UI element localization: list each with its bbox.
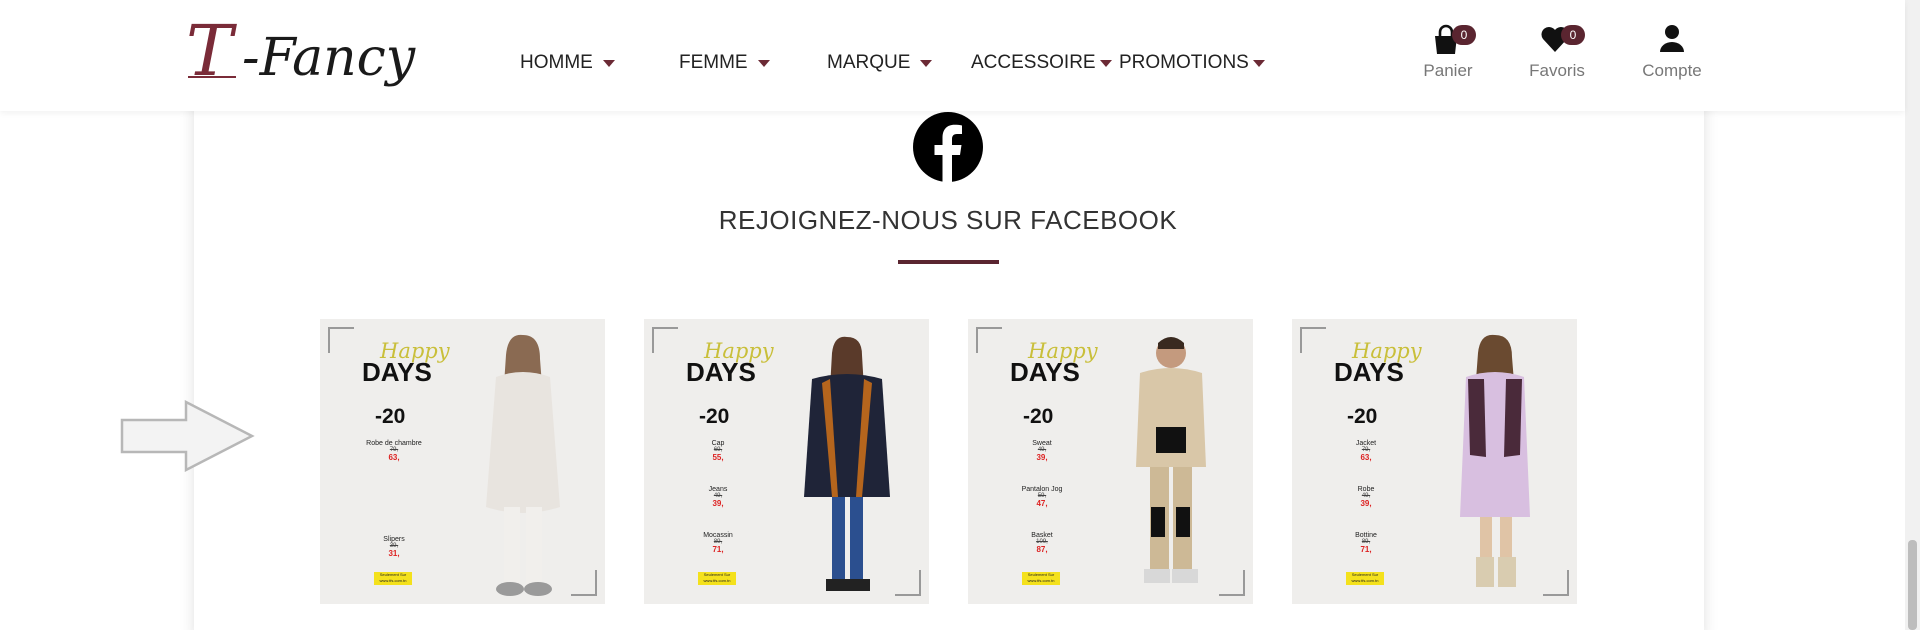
item-name: Mocassin xyxy=(703,532,733,539)
section-title: REJOIGNEZ-NOUS SUR FACEBOOK xyxy=(718,205,1178,235)
nav-item-femme[interactable]: FEMME xyxy=(679,52,770,74)
account-label: Compte xyxy=(1642,61,1702,80)
promo-days: DAYS xyxy=(1010,357,1080,387)
promo-days: DAYS xyxy=(1334,357,1404,387)
item-name: Pantalon Jog xyxy=(1021,486,1063,493)
item-new-price: 55, xyxy=(712,453,724,462)
facebook-post[interactable]: Happy DAYS -20 Robe de chambre 79, 63, S… xyxy=(320,319,605,604)
promo-tag: Seulement Sur www.tfs.com.tn xyxy=(1346,572,1384,585)
model-image xyxy=(1136,337,1206,583)
item-new-price: 39, xyxy=(712,499,724,508)
facebook-post[interactable]: Happy DAYS -20 Jacket 79, 63, Robe 49, 3… xyxy=(1292,319,1577,604)
promo-days: DAYS xyxy=(686,357,756,387)
caret-down-icon xyxy=(602,59,615,67)
caret-down-icon xyxy=(920,59,933,67)
model-image xyxy=(1460,334,1530,587)
item-new-price: 31, xyxy=(388,549,400,558)
arrow-right-icon xyxy=(120,400,255,472)
nav-label: HOMME xyxy=(520,52,593,73)
item-new-price: 87, xyxy=(1036,545,1048,554)
item-new-price: 39, xyxy=(1360,499,1372,508)
promo-item: Bottine 89, 71, xyxy=(1330,532,1402,554)
caret-down-icon xyxy=(1252,59,1265,67)
promo-item: Robe 49, 39, xyxy=(1330,486,1402,508)
promo-item: Cap 69, 55, xyxy=(682,440,754,462)
item-name: Cap xyxy=(711,440,725,447)
item-new-price: 63, xyxy=(388,453,400,462)
facebook-post[interactable]: Happy DAYS -20 Sweat 49, 39, Pantalon Jo… xyxy=(968,319,1253,604)
item-new-price: 71, xyxy=(1360,545,1372,554)
title-underline xyxy=(898,260,999,264)
caret-down-icon xyxy=(757,59,770,67)
cart-count-badge: 0 xyxy=(1452,25,1476,45)
item-new-price: 39, xyxy=(1036,453,1048,462)
corner-mark xyxy=(976,327,1002,353)
cart-button[interactable]: 0 Panier xyxy=(1408,22,1488,84)
promo-item: Basket 109, 87, xyxy=(1006,532,1078,554)
model-image xyxy=(804,336,890,591)
item-name: Robe xyxy=(1357,486,1375,493)
facebook-post[interactable]: Happy DAYS -20 Cap 69, 55, Jeans 49, 39,… xyxy=(644,319,929,604)
promo-tag: Seulement Sur www.tfs.com.tn xyxy=(374,572,412,585)
account-button[interactable]: Compte xyxy=(1632,22,1712,84)
promo-tag: Seulement Sur www.tfs.com.tn xyxy=(698,572,736,585)
promo-discount: -20 xyxy=(699,405,730,428)
facebook-icon[interactable] xyxy=(913,112,983,182)
promo-days: DAYS xyxy=(362,357,432,387)
promo-item: Robe de chambre 79, 63, xyxy=(358,440,430,462)
nav-label: FEMME xyxy=(679,52,748,73)
item-name: Slipers xyxy=(383,536,405,543)
nav-item-promotions[interactable]: PROMOTIONS xyxy=(1119,52,1265,74)
site-header: T -Fancy HOMME FEMME MARQUE ACCESSOIRE P… xyxy=(0,0,1905,111)
item-new-price: 47, xyxy=(1036,499,1048,508)
corner-mark xyxy=(652,327,678,353)
item-new-price: 63, xyxy=(1360,453,1372,462)
item-name: Jacket xyxy=(1355,440,1377,447)
promo-item: Jeans 49, 39, xyxy=(682,486,754,508)
item-name: Jeans xyxy=(708,486,728,493)
scrollbar-thumb[interactable] xyxy=(1908,540,1917,630)
promo-item: Pantalon Jog 59, 47, xyxy=(1006,486,1078,508)
favorites-button[interactable]: 0 Favoris xyxy=(1517,22,1597,84)
item-name: Basket xyxy=(1031,532,1053,539)
promo-item: Sweat 49, 39, xyxy=(1006,440,1078,462)
promo-discount: -20 xyxy=(375,405,406,428)
item-name: Robe de chambre xyxy=(366,440,422,447)
caret-down-icon xyxy=(1099,59,1112,67)
main-nav: HOMME FEMME MARQUE ACCESSOIRE PROMOTIONS xyxy=(0,52,1905,78)
promo-discount: -20 xyxy=(1347,405,1378,428)
favorites-count-badge: 0 xyxy=(1561,25,1585,45)
nav-item-marque[interactable]: MARQUE xyxy=(827,52,933,74)
nav-item-homme[interactable]: HOMME xyxy=(520,52,615,74)
nav-label: PROMOTIONS xyxy=(1119,52,1249,73)
favorites-label: Favoris xyxy=(1529,61,1585,80)
nav-item-accessoire[interactable]: ACCESSOIRE xyxy=(971,52,1112,74)
promo-discount: -20 xyxy=(1023,405,1054,428)
model-image xyxy=(486,334,560,596)
nav-label: MARQUE xyxy=(827,52,911,73)
nav-label: ACCESSOIRE xyxy=(971,52,1096,73)
item-name: Bottine xyxy=(1355,532,1377,539)
promo-item: Slipers 39, 31, xyxy=(358,536,430,558)
promo-tag: Seulement Sur www.tfs.com.tn xyxy=(1022,572,1060,585)
item-name: Sweat xyxy=(1032,440,1052,447)
promo-item: Mocassin 89, 71, xyxy=(682,532,754,554)
logo-letter: T xyxy=(186,10,233,92)
promo-item: Jacket 79, 63, xyxy=(1330,440,1402,462)
item-new-price: 71, xyxy=(712,545,724,554)
page-scrollbar[interactable] xyxy=(1905,0,1920,630)
corner-mark xyxy=(328,327,354,353)
user-icon xyxy=(1660,25,1684,52)
corner-mark xyxy=(1300,327,1326,353)
cart-label: Panier xyxy=(1423,61,1473,80)
